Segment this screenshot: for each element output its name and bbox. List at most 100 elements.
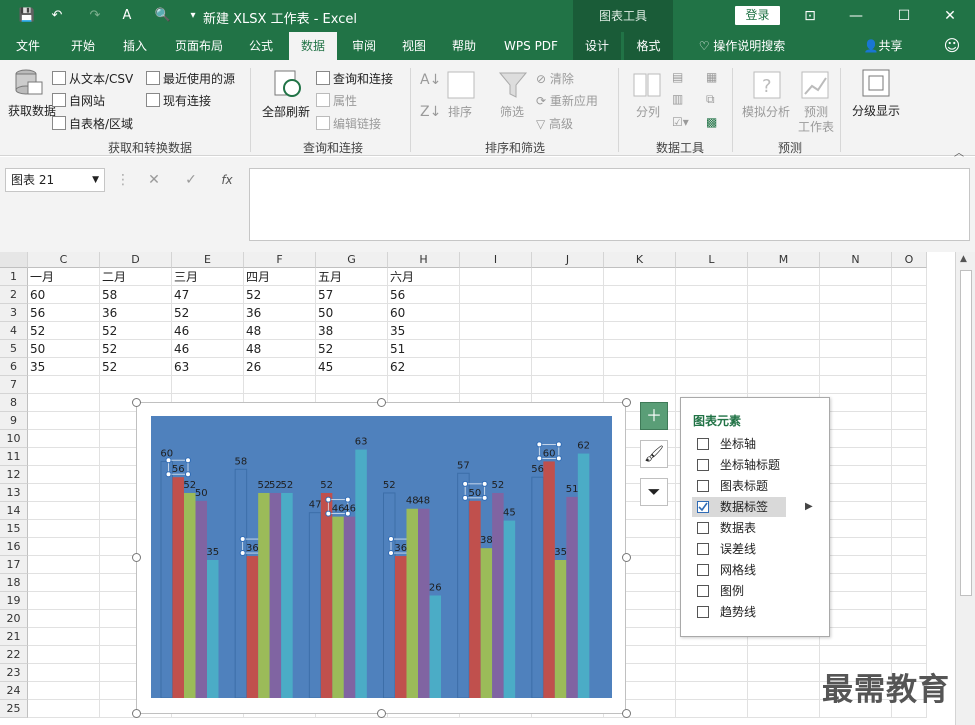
row-header-8[interactable]: 8 [0,394,28,412]
row-header-18[interactable]: 18 [0,574,28,592]
cell[interactable] [748,322,820,340]
data-label[interactable]: 26 [429,582,442,593]
column-header-O[interactable]: O [892,252,927,268]
cell[interactable] [820,502,892,520]
selection-handle[interactable] [388,536,394,543]
data-label[interactable]: 38 [480,535,493,546]
chart-bar[interactable] [503,520,516,698]
cell[interactable] [820,646,892,664]
manage-data-model-icon[interactable]: ▩ [706,115,717,129]
cell[interactable] [820,466,892,484]
cell[interactable]: 50 [28,340,100,358]
cell[interactable] [28,448,100,466]
cell[interactable] [820,628,892,646]
tab-home[interactable]: 开始 [60,32,106,60]
cell[interactable] [676,664,748,682]
row-header-1[interactable]: 1 [0,268,28,286]
cell[interactable] [604,322,676,340]
forecast-sheet-icon[interactable] [800,70,832,102]
cell[interactable] [892,592,927,610]
cell[interactable] [892,610,927,628]
selection-handle[interactable] [388,550,394,557]
row-header-7[interactable]: 7 [0,376,28,394]
data-label[interactable]: 50 [469,488,482,499]
tab-help[interactable]: 帮助 [442,32,486,60]
resize-handle[interactable] [132,398,141,407]
flash-fill-icon[interactable]: ▤ [672,70,683,84]
selection-handle[interactable] [481,494,488,501]
data-label[interactable]: 46 [343,504,356,515]
row-header-15[interactable]: 15 [0,520,28,538]
tab-view[interactable]: 视图 [392,32,436,60]
tab-formulas[interactable]: 公式 [238,32,284,60]
chart-elements-button[interactable]: ＋ [640,402,668,430]
chart-element-item[interactable]: 数据标签 [692,497,786,517]
row-header-20[interactable]: 20 [0,610,28,628]
chart-plot-area[interactable]: 6056525035583652525247524646635236484826… [151,416,612,698]
chart-bar[interactable] [207,560,219,698]
filter-icon[interactable] [498,70,530,102]
chart-bar[interactable] [269,492,282,698]
chart-element-item[interactable]: 图表标题 [692,476,827,496]
relationships-icon[interactable]: ⧉ [706,92,715,107]
cell[interactable] [100,376,172,394]
cell[interactable] [460,322,532,340]
cell[interactable] [892,412,927,430]
data-label[interactable]: 60 [543,448,556,459]
tab-design[interactable]: 设计 [573,32,621,60]
cell[interactable] [28,484,100,502]
chart-bar[interactable] [160,460,173,698]
text-to-columns-button[interactable]: 分列 [636,103,660,120]
data-label[interactable]: 52 [320,480,333,491]
cell[interactable] [892,574,927,592]
cell[interactable] [820,376,892,394]
cell[interactable]: 63 [172,358,244,376]
chart-bar[interactable] [429,595,442,698]
row-header-11[interactable]: 11 [0,448,28,466]
reapply-button[interactable]: ⟳ 重新应用 [536,92,598,109]
selection-handle[interactable] [185,457,191,464]
login-button[interactable]: 登录 [735,6,780,25]
cell[interactable] [820,520,892,538]
column-header-N[interactable]: N [820,252,892,268]
data-label[interactable]: 57 [457,460,470,471]
smiley-feedback-icon[interactable]: ☺ [938,32,966,60]
cell[interactable]: 60 [388,304,460,322]
data-label[interactable]: 56 [172,464,185,475]
data-label[interactable]: 35 [206,547,219,558]
cell[interactable] [892,322,927,340]
chart-bar[interactable] [566,496,578,698]
cell[interactable] [820,610,892,628]
resize-handle[interactable] [377,398,386,407]
cell[interactable] [28,574,100,592]
cell[interactable] [892,430,927,448]
selection-handle[interactable] [462,480,469,487]
column-header-H[interactable]: H [388,252,460,268]
what-if-icon[interactable]: ? [752,70,784,102]
cell[interactable] [748,700,820,718]
cell[interactable] [748,646,820,664]
checkbox[interactable] [697,585,709,597]
cell[interactable] [28,412,100,430]
selection-handle[interactable] [536,455,543,462]
row-header-24[interactable]: 24 [0,682,28,700]
ribbon-display-options-icon[interactable]: ⊡ [796,4,824,28]
chart-bar[interactable] [457,472,470,698]
cell[interactable]: 36 [100,304,172,322]
cell[interactable] [244,376,316,394]
cell[interactable] [892,340,927,358]
properties-button[interactable]: 属性 [316,92,357,109]
cell[interactable] [604,358,676,376]
data-label[interactable]: 35 [554,547,567,558]
cell[interactable] [28,538,100,556]
cell[interactable] [28,394,100,412]
column-header-E[interactable]: E [172,252,244,268]
cell[interactable] [892,538,927,556]
chart-element-item[interactable]: 误差线 [692,539,827,559]
outline-button[interactable]: 分级显示 [852,102,900,119]
cell[interactable] [388,376,460,394]
row-header-2[interactable]: 2 [0,286,28,304]
from-web-button[interactable]: 自网站 [52,92,105,109]
cell[interactable] [820,430,892,448]
cell[interactable]: 52 [28,322,100,340]
